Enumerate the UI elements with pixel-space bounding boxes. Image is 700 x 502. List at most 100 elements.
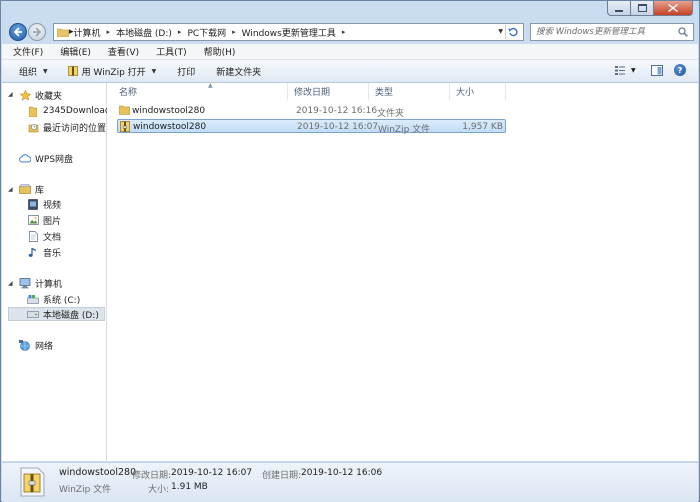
change-view-button[interactable]: ▼ (615, 66, 636, 75)
column-header-label: 大小 (456, 88, 475, 98)
nav-item-documents[interactable]: 文档 (27, 229, 61, 243)
new-folder-label: 新建文件夹 (216, 67, 262, 78)
menu-edit[interactable]: 编辑(E) (49, 45, 97, 58)
dropdown-arrow-icon: ▼ (43, 67, 48, 75)
address-bar[interactable]: ▸ 计算机 ▸ 本地磁盘 (D:) ▸ PC下载网 ▸ Windows更新管理工… (53, 23, 524, 41)
network-icon (19, 339, 31, 351)
close-button[interactable] (653, 1, 693, 16)
breadcrumb-separator-icon[interactable]: ▸ (342, 28, 346, 36)
nav-favorites[interactable]: 收藏夹 (19, 88, 62, 102)
file-row-selected[interactable]: windowstool280 2019-10-12 16:07 WinZip 文… (117, 119, 506, 135)
nav-item-recent-places[interactable]: 最近访问的位置 (27, 120, 106, 134)
new-folder-button[interactable]: 新建文件夹 (216, 65, 261, 78)
details-size-label: 大小: (148, 485, 170, 495)
nav-libraries[interactable]: 库 (19, 182, 44, 196)
expand-collapse-icon[interactable]: ◢ (8, 91, 13, 98)
breadcrumb-separator-icon[interactable]: ▸ (178, 28, 182, 36)
expand-collapse-icon[interactable]: ◢ (8, 280, 13, 287)
picture-icon (27, 214, 39, 226)
file-name: windowstool280 (133, 122, 207, 132)
nav-item-2345downloads[interactable]: 2345Downloads (27, 104, 115, 118)
menu-help[interactable]: 帮助(H) (193, 45, 242, 58)
breadcrumb-drive-d[interactable]: 本地磁盘 (D:) (116, 26, 172, 39)
file-date: 2019-10-12 16:16 (296, 106, 378, 116)
nav-item-music[interactable]: 音乐 (27, 245, 61, 259)
nav-favorites-label: 收藏夹 (35, 91, 63, 102)
address-history-dropdown-icon[interactable]: ▼ (498, 28, 503, 35)
nav-item-pictures[interactable]: 图片 (27, 213, 61, 227)
winzip-file-icon (120, 121, 130, 132)
winzip-file-icon (20, 467, 45, 497)
search-box[interactable] (530, 23, 694, 41)
organize-button[interactable]: 组织 ▼ (19, 65, 48, 78)
help-button[interactable]: ? (674, 64, 686, 76)
column-header-type[interactable]: 类型 (369, 83, 450, 100)
dropdown-arrow-icon: ▼ (151, 67, 157, 75)
minimize-button[interactable] (607, 1, 630, 16)
file-date: 2019-10-12 16:07 (297, 122, 379, 132)
back-button[interactable] (9, 23, 27, 41)
breadcrumb-separator-icon[interactable]: ▸ (232, 28, 236, 36)
file-type: 文件夹 (377, 109, 405, 119)
file-list: 名称 ▲ 修改日期 类型 大小 windowstool280 2019-10-1… (107, 82, 698, 461)
recent-places-icon (27, 121, 39, 133)
nav-item-label: 2345Downloads (43, 106, 116, 116)
nav-item-drive-d[interactable]: 本地磁盘 (D:) (8, 307, 105, 321)
nav-item-label: 文档 (43, 232, 62, 243)
back-arrow-icon (13, 27, 22, 37)
nav-item-drive-c[interactable]: 系统 (C:) (27, 292, 80, 306)
library-icon (19, 183, 31, 195)
search-icon[interactable] (678, 27, 688, 37)
breadcrumb-pc-download[interactable]: PC下载网 (187, 26, 226, 39)
column-header-size[interactable]: 大小 (450, 83, 506, 100)
menu-view[interactable]: 查看(V) (97, 45, 145, 58)
menu-bar: 文件(F) 编辑(E) 查看(V) 工具(T) 帮助(H) (2, 44, 698, 60)
close-icon (668, 4, 678, 12)
column-header-label: 修改日期 (294, 88, 331, 98)
forward-button[interactable] (28, 23, 46, 41)
minimize-icon (615, 9, 623, 12)
navigation-pane: ◢ 收藏夹 2345Downloads 最近访问的位置 WPS网盘 ◢ 库 视频 (2, 83, 115, 461)
nav-item-label: 系统 (C:) (43, 295, 81, 306)
details-size-value: 1.91 MB (171, 482, 208, 492)
nav-wps-label: WPS网盘 (35, 154, 74, 165)
nav-network-label: 网络 (35, 341, 54, 352)
winzip-icon (67, 66, 78, 76)
nav-wps-cloud[interactable]: WPS网盘 (19, 151, 73, 165)
refresh-button[interactable] (505, 25, 520, 39)
cloud-icon (19, 152, 31, 164)
drive-icon (27, 308, 39, 320)
system-drive-icon (27, 293, 39, 305)
view-list-icon (615, 66, 625, 75)
open-with-winzip-button[interactable]: 用 WinZip 打开 ▼ (67, 65, 157, 78)
column-header-date[interactable]: 修改日期 (288, 83, 369, 100)
file-row[interactable]: windowstool280 2019-10-12 16:16 文件夹 (117, 104, 506, 119)
expand-collapse-icon[interactable]: ◢ (8, 186, 13, 193)
menu-tools[interactable]: 工具(T) (145, 45, 193, 58)
column-header-name[interactable]: 名称 ▲ (113, 82, 288, 100)
preview-pane-button[interactable] (651, 65, 663, 79)
maximize-icon (637, 4, 647, 12)
nav-item-label: 本地磁盘 (D:) (43, 310, 99, 321)
details-modified-value: 2019-10-12 16:07 (171, 468, 253, 478)
nav-item-label: 视频 (43, 200, 62, 211)
breadcrumb-current-folder[interactable]: Windows更新管理工具 (242, 26, 336, 39)
nav-item-label: 图片 (43, 216, 62, 227)
maximize-button[interactable] (630, 1, 653, 16)
print-button[interactable]: 打印 (177, 65, 195, 78)
menu-file[interactable]: 文件(F) (2, 45, 49, 58)
dropdown-arrow-icon: ▼ (631, 67, 636, 74)
organize-label: 组织 (19, 67, 38, 78)
nav-network[interactable]: 网络 (19, 338, 53, 352)
nav-computer[interactable]: 计算机 (19, 276, 62, 290)
folder-icon (57, 28, 69, 37)
details-created-value: 2019-10-12 16:06 (301, 468, 383, 478)
search-input[interactable] (536, 27, 671, 37)
breadcrumb: 计算机 ▸ 本地磁盘 (D:) ▸ PC下载网 ▸ Windows更新管理工具 … (74, 26, 352, 39)
music-icon (27, 246, 39, 258)
open-with-winzip-label: 用 WinZip 打开 (81, 67, 146, 78)
breadcrumb-computer[interactable]: 计算机 (74, 26, 101, 39)
breadcrumb-separator-icon[interactable]: ▸ (107, 28, 111, 36)
nav-item-videos[interactable]: 视频 (27, 197, 61, 211)
nav-computer-label: 计算机 (35, 279, 63, 290)
